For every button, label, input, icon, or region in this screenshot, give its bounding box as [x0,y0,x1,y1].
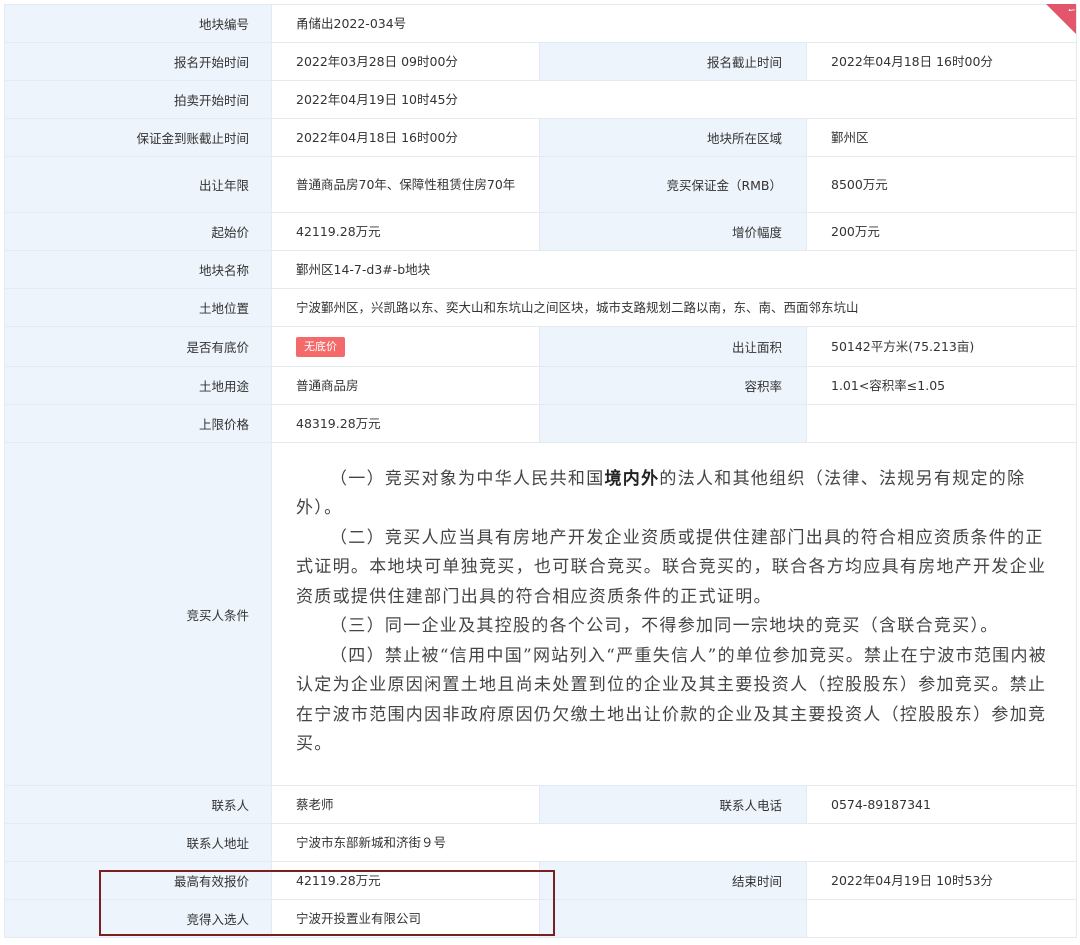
label-cap: 上限价格 [4,404,272,443]
value-reg-end: 2022年04月18日 16时00分 [805,42,1078,81]
label-deposit-deadline: 保证金到账截止时间 [4,118,272,157]
empty-cell [539,404,807,443]
row-usage: 土地用途 普通商品房 容积率 1.01<容积率≤1.05 [4,366,1078,405]
label-deposit: 竞买保证金（RMB） [539,156,807,213]
condition-4: （四）禁止被“信用中国”网站列入“严重失信人”的单位参加竞买。禁止在宁波市范围内… [296,645,1048,755]
row-term: 出让年限 普通商品房70年、保障性租赁住房70年 竞买保证金（RMB） 8500… [4,156,1078,213]
conditions-cell: （一）竞买对象为中华人民共和国境内外的法人和其他组织（法律、法规另有规定的除外）… [270,442,1078,786]
value-address: 宁波市东部新城和济街９号 [270,823,1078,862]
value-cap: 48319.28万元 [271,404,540,443]
value-location: 宁波鄞州区，兴凯路以东、奕大山和东坑山之间区块，城市支路规划二路以南，东、南、西… [270,288,1078,327]
value-term: 普通商品房70年、保障性租赁住房70年 [271,156,540,213]
empty-cell [805,404,1078,443]
value-auction-start: 2022年04月19日 10时45分 [270,80,1078,119]
label-reserve: 是否有底价 [4,326,272,367]
row-address: 联系人地址 宁波市东部新城和济街９号 [4,823,1078,862]
condition-1-text-a: （一）竞买对象为中华人民共和国 [330,468,605,489]
value-end-time: 2022年04月19日 10时53分 [805,861,1078,900]
row-registration: 报名开始时间 2022年03月28日 09时00分 报名截止时间 2022年04… [4,42,1078,81]
value-far: 1.01<容积率≤1.05 [805,366,1078,405]
value-deposit-deadline: 2022年04月18日 16时00分 [271,118,540,157]
empty-cell [539,899,807,938]
label-parcel-name: 地块名称 [4,250,272,289]
row-winner: 竞得入选人 宁波开投置业有限公司 [4,899,1078,938]
value-contact: 蔡老师 [271,785,540,824]
land-auction-table: 地块编号 甬储出2022-034号 报名开始时间 2022年03月28日 09时… [4,4,1078,938]
row-deposit-deadline: 保证金到账截止时间 2022年04月18日 16时00分 地块所在区域 鄞州区 [4,118,1078,157]
value-district: 鄞州区 [805,118,1078,157]
value-reserve-cell: 无底价 [271,326,540,367]
label-top-bid: 最高有效报价 [4,861,272,900]
value-increment: 200万元 [805,212,1078,251]
label-parcel-no: 地块编号 [4,4,272,43]
value-usage: 普通商品房 [271,366,540,405]
label-term: 出让年限 [4,156,272,213]
condition-2: （二）竞买人应当具有房地产开发企业资质或提供住建部门出具的符合相应资质条件的正式… [296,527,1047,607]
label-reg-end: 报名截止时间 [539,42,807,81]
label-winner: 竞得入选人 [4,899,272,938]
value-phone: 0574-89187341 [805,785,1078,824]
row-parcel-name: 地块名称 鄞州区14-7-d3#-b地块 [4,250,1078,289]
label-area: 出让面积 [539,326,807,367]
value-parcel-no: 甬储出2022-034号 [270,4,1078,43]
row-location: 土地位置 宁波鄞州区，兴凯路以东、奕大山和东坑山之间区块，城市支路规划二路以南，… [4,288,1078,327]
value-area: 50142平方米(75.213亩) [805,326,1078,367]
row-conditions: 竞买人条件 （一）竞买对象为中华人民共和国境内外的法人和其他组织（法律、法规另有… [4,442,1078,786]
value-winner: 宁波开投置业有限公司 [271,899,540,938]
label-reg-start: 报名开始时间 [4,42,272,81]
label-auction-start: 拍卖开始时间 [4,80,272,119]
value-top-bid: 42119.28万元 [271,861,540,900]
value-deposit: 8500万元 [805,156,1078,213]
row-start-price: 起始价 42119.28万元 增价幅度 200万元 [4,212,1078,251]
condition-1: （一）竞买对象为中华人民共和国境内外的法人和其他组织（法律、法规另有规定的除外）… [296,465,1048,524]
condition-1-bold: 境内外 [604,468,660,489]
value-parcel-name: 鄞州区14-7-d3#-b地块 [270,250,1078,289]
row-reserve: 是否有底价 无底价 出让面积 50142平方米(75.213亩) [4,326,1078,367]
row-top-bid: 最高有效报价 42119.28万元 结束时间 2022年04月19日 10时53… [4,861,1078,900]
label-phone: 联系人电话 [539,785,807,824]
conditions-text: （一）竞买对象为中华人民共和国境内外的法人和其他组织（法律、法规另有规定的除外）… [296,453,1060,776]
label-end-time: 结束时间 [539,861,807,900]
label-increment: 增价幅度 [539,212,807,251]
label-district: 地块所在区域 [539,118,807,157]
row-contact: 联系人 蔡老师 联系人电话 0574-89187341 [4,785,1078,824]
label-contact: 联系人 [4,785,272,824]
row-auction-start: 拍卖开始时间 2022年04月19日 10时45分 [4,80,1078,119]
label-conditions: 竞买人条件 [4,442,272,786]
condition-3: （三）同一企业及其控股的各个公司，不得参加同一宗地块的竞买（含联合竞买）。 [330,616,999,636]
row-parcel-no: 地块编号 甬储出2022-034号 [4,4,1078,43]
empty-cell [805,899,1078,938]
label-usage: 土地用途 [4,366,272,405]
value-reg-start: 2022年03月28日 09时00分 [271,42,540,81]
row-cap: 上限价格 48319.28万元 [4,404,1078,443]
value-start-price: 42119.28万元 [271,212,540,251]
label-location: 土地位置 [4,288,272,327]
label-start-price: 起始价 [4,212,272,251]
label-address: 联系人地址 [4,823,272,862]
corner-ribbon-icon: ✓ [1046,4,1077,34]
no-reserve-badge: 无底价 [296,336,345,357]
label-far: 容积率 [539,366,807,405]
